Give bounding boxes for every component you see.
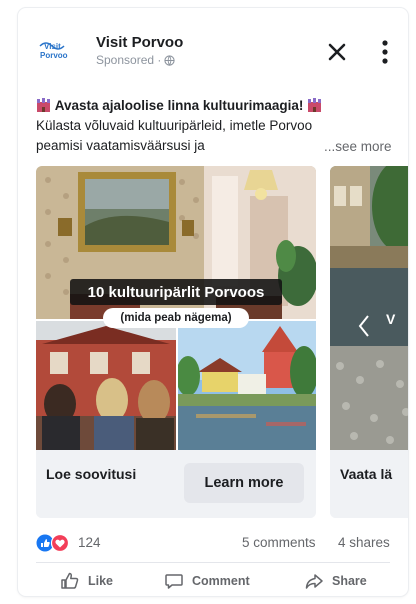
logo-text-porvoo: Porvoo	[40, 51, 68, 60]
comment-icon	[165, 574, 183, 589]
post-caption: Avasta ajaloolise linna kultuurimaagia! …	[36, 96, 402, 156]
share-button[interactable]: Share	[304, 568, 367, 594]
shares-count[interactable]: 4 shares	[338, 535, 390, 550]
page-name[interactable]: Visit Porvoo	[96, 34, 183, 51]
engagement-stats: 124 5 comments 4 shares	[36, 532, 402, 554]
love-reaction-icon	[50, 534, 70, 552]
thumbs-up-icon	[61, 572, 79, 589]
more-options-button[interactable]	[373, 38, 397, 66]
ad-carousel[interactable]: 10 kultuuripärlit Porvoos (mida peab näg…	[36, 166, 408, 518]
caption-line-2: Külasta võluvaid kultuuripärleid, imetle…	[36, 118, 313, 133]
caption-headline: Avasta ajaloolise linna kultuurimaagia!	[54, 98, 304, 113]
globe-icon	[164, 54, 176, 66]
comment-label: Comment	[192, 574, 250, 588]
sponsored-post-card: Visit Porvoo Visit Porvoo Sponsored · Av…	[18, 8, 408, 596]
carousel-overlay-subtitle: (mida peab nägema)	[103, 308, 249, 328]
carousel-card-2-title[interactable]: Vaata lä	[340, 466, 392, 482]
close-icon	[328, 43, 346, 61]
share-label: Share	[332, 574, 367, 588]
visit-porvoo-logo[interactable]: Visit Porvoo	[36, 32, 92, 66]
carousel-card-2[interactable]: V Vaata lä	[330, 166, 408, 518]
post-header: Visit Porvoo Visit Porvoo Sponsored ·	[18, 8, 408, 80]
castle-icon	[37, 98, 50, 112]
actions-divider	[36, 562, 390, 563]
logo-text-visit: Visit	[44, 42, 61, 51]
post-actions: Like Comment Share	[18, 568, 408, 596]
like-button[interactable]: Like	[60, 568, 113, 594]
comment-button[interactable]: Comment	[164, 568, 250, 594]
caption-line-1: Avasta ajaloolise linna kultuurimaagia!	[36, 96, 402, 116]
see-more-link[interactable]: ...see more	[324, 137, 392, 157]
carousel-card-1-footer: Loe soovitusi Learn more	[36, 450, 316, 518]
carousel-card-1-title[interactable]: Loe soovitusi	[46, 466, 136, 482]
svg-text:V: V	[386, 311, 396, 327]
sponsored-label: Sponsored ·	[96, 53, 176, 67]
close-button[interactable]	[325, 40, 349, 64]
reaction-count[interactable]: 124	[78, 535, 101, 550]
reaction-icons[interactable]	[36, 534, 72, 552]
carousel-card-2-footer: Vaata lä	[330, 450, 408, 518]
carousel-overlay-title: 10 kultuuripärlit Porvoos	[70, 279, 282, 305]
carousel-card-1[interactable]: 10 kultuuripärlit Porvoos (mida peab näg…	[36, 166, 316, 518]
carousel-image-2[interactable]: V	[330, 166, 408, 450]
learn-more-button[interactable]: Learn more	[184, 463, 304, 503]
more-vertical-icon	[382, 40, 388, 64]
castle-icon	[308, 98, 322, 112]
sponsored-text: Sponsored ·	[96, 53, 162, 67]
like-label: Like	[88, 574, 114, 588]
comments-count[interactable]: 5 comments	[242, 535, 316, 550]
share-icon	[305, 574, 323, 589]
